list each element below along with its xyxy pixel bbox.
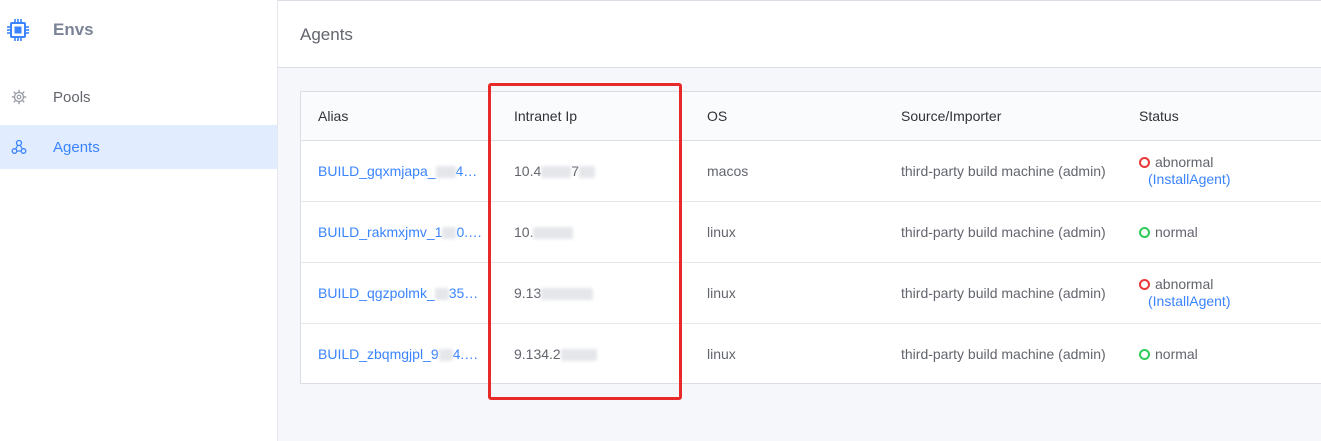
alias-tail-text: 0.…	[456, 224, 483, 240]
status-badge: normal	[1139, 346, 1198, 362]
status-normal-icon	[1139, 227, 1150, 238]
install-agent-link[interactable]: (InstallAgent)	[1148, 171, 1230, 187]
sidebar-item-label: Pools	[53, 88, 91, 106]
status-abnormal-icon	[1139, 279, 1150, 290]
column-header-os[interactable]: OS	[707, 108, 727, 124]
redacted-text	[442, 227, 457, 240]
column-header-status[interactable]: Status	[1139, 108, 1179, 124]
status-badge: abnormal	[1139, 276, 1213, 292]
alias-tail-text: 4.…	[452, 346, 479, 362]
alias-text: BUILD_gqxmjapa_	[318, 163, 436, 179]
status-abnormal-icon	[1139, 157, 1150, 168]
status-text: abnormal	[1155, 154, 1214, 170]
redacted-text	[533, 227, 574, 240]
status-text: normal	[1155, 346, 1198, 362]
sidebar: Envs Pools Agents	[0, 0, 278, 441]
intranet-ip: 10.4 7	[514, 163, 596, 179]
source-value: third-party build machine (admin)	[901, 346, 1106, 362]
column-header-intranet-ip[interactable]: Intranet Ip	[514, 108, 577, 124]
intranet-ip: 9.134.2	[514, 346, 597, 362]
table-header: Alias Intranet Ip OS Source/Importer Sta…	[301, 92, 1321, 141]
os-value: linux	[707, 224, 736, 240]
source-value: third-party build machine (admin)	[901, 285, 1106, 301]
ip-text: 10.4	[514, 163, 542, 179]
redacted-text	[560, 349, 597, 362]
intranet-ip: 10.	[514, 224, 574, 240]
sidebar-item-label: Agents	[53, 138, 100, 156]
page-title: Agents	[300, 25, 353, 44]
alias-text: BUILD_zbqmgjpl_9	[318, 346, 439, 362]
status-badge: abnormal	[1139, 154, 1213, 170]
status-normal-icon	[1139, 349, 1150, 360]
sidebar-item-agents[interactable]: Agents	[0, 125, 277, 169]
agent-alias-link[interactable]: BUILD_gqxmjapa_ 4…	[318, 163, 477, 179]
source-value: third-party build machine (admin)	[901, 163, 1106, 179]
main-content: Agents Alias Intranet Ip OS Source/Impor…	[278, 0, 1321, 441]
table-row: BUILD_zbqmgjpl_9 4.… 9.134.2 linux third-…	[301, 324, 1321, 385]
agent-alias-link[interactable]: BUILD_qgzpolmk_ 35…	[318, 285, 478, 301]
agent-alias-link[interactable]: BUILD_rakmxjmv_1 0.…	[318, 224, 482, 240]
source-value: third-party build machine (admin)	[901, 224, 1106, 240]
intranet-ip: 9.13	[514, 285, 594, 301]
agents-table: Alias Intranet Ip OS Source/Importer Sta…	[300, 91, 1321, 384]
alias-text: BUILD_qgzpolmk_	[318, 285, 435, 301]
status-text: abnormal	[1155, 276, 1214, 292]
redacted-text	[438, 349, 453, 362]
alias-tail-text: 4…	[455, 163, 478, 179]
os-value: linux	[707, 285, 736, 301]
os-value: macos	[707, 163, 749, 179]
redacted-text	[579, 166, 596, 179]
install-agent-link[interactable]: (InstallAgent)	[1148, 293, 1230, 309]
table-row: BUILD_rakmxjmv_1 0.… 10. linux third-part…	[301, 202, 1321, 263]
gear-cluster-icon	[11, 89, 27, 105]
sidebar-item-pools[interactable]: Pools	[0, 75, 277, 119]
ip-text: 9.13	[514, 285, 542, 301]
table-row: BUILD_gqxmjapa_ 4… 10.4 7 macos third-part…	[301, 141, 1321, 202]
alias-text: BUILD_rakmxjmv_1	[318, 224, 443, 240]
ip-text: 10.	[514, 224, 534, 240]
app-title: Envs	[53, 20, 94, 39]
ip-tail-text: 7	[571, 163, 580, 179]
agent-alias-link[interactable]: BUILD_zbqmgjpl_9 4.…	[318, 346, 478, 362]
sidebar-brand: Envs	[0, 0, 277, 62]
ip-text: 9.134.2	[514, 346, 561, 362]
table-row: BUILD_qgzpolmk_ 35… 9.13 linux third-part…	[301, 263, 1321, 324]
redacted-text	[541, 288, 594, 301]
page-header: Agents	[278, 0, 1321, 68]
redacted-text	[435, 166, 456, 179]
os-value: linux	[707, 346, 736, 362]
redacted-text	[434, 288, 449, 301]
network-nodes-icon	[11, 139, 27, 154]
status-text: normal	[1155, 224, 1198, 240]
redacted-text	[541, 166, 572, 179]
alias-tail-text: 35…	[448, 285, 479, 301]
column-header-source[interactable]: Source/Importer	[901, 108, 1001, 124]
column-header-alias[interactable]: Alias	[318, 108, 348, 124]
chip-icon	[7, 19, 29, 41]
status-badge: normal	[1139, 224, 1198, 240]
